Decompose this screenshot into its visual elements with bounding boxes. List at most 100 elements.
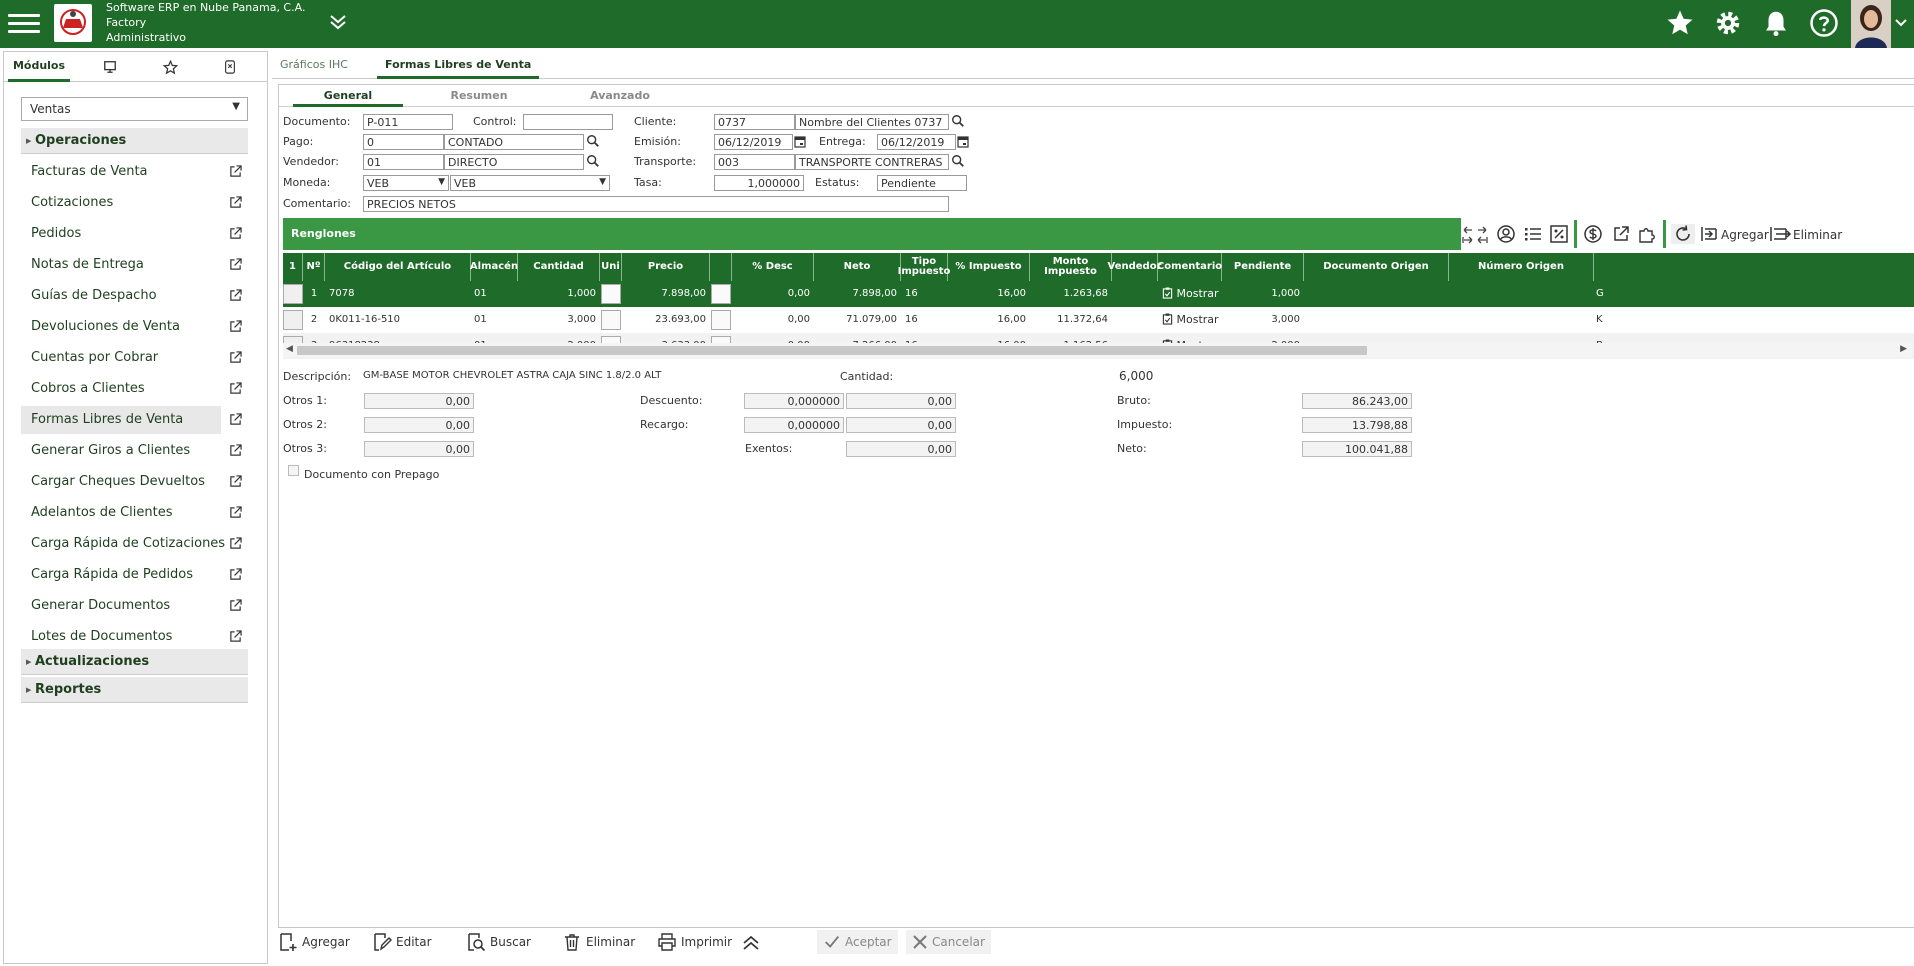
scroll-left-icon[interactable]: ◀ [286, 344, 293, 354]
section-actualizaciones[interactable]: ▶ Actualizaciones [21, 649, 248, 675]
clip-icon[interactable] [200, 52, 260, 82]
search-icon[interactable] [951, 114, 965, 128]
otros3-field[interactable]: 0,00 [364, 441, 474, 457]
moneda-select[interactable]: VEB ▼ [363, 175, 449, 191]
sidebar-item[interactable]: Devoluciones de Venta [21, 313, 248, 341]
cell-comentario[interactable]: Mostrar [1162, 281, 1222, 307]
external-link-icon[interactable] [229, 475, 242, 488]
monitor-icon[interactable] [80, 52, 140, 82]
external-link-icon[interactable] [229, 630, 242, 643]
pago-code-field[interactable]: 0 [363, 134, 444, 150]
sidebar-item[interactable]: Cargar Cheques Devueltos [21, 468, 248, 496]
double-chevron-down-icon[interactable] [328, 12, 348, 32]
neto-field[interactable]: 100.041,88 [1302, 441, 1412, 457]
descuento-amount-field[interactable]: 0,00 [846, 393, 956, 409]
cell-unidad[interactable] [601, 310, 621, 330]
calendar-icon[interactable] [957, 135, 969, 148]
external-link-icon[interactable] [229, 289, 242, 302]
row-select-checkbox[interactable] [283, 284, 303, 304]
comentario-link[interactable]: Mostrar [1177, 287, 1219, 300]
chevron-down-icon[interactable] [1893, 15, 1909, 31]
moneda2-select[interactable]: VEB ▼ [450, 175, 610, 191]
cell-blank[interactable] [711, 284, 731, 304]
col-numero-origen[interactable]: Número Origen [1449, 253, 1594, 281]
col-unidad[interactable]: Uni [600, 253, 622, 281]
col-comentario[interactable]: Comentario [1157, 253, 1222, 281]
col-descuento[interactable]: % Desc [732, 253, 814, 281]
resize-columns-icon[interactable] [1461, 224, 1489, 246]
cell-almacen[interactable]: 01 [474, 307, 518, 333]
cell-descuento[interactable]: 0,00 [732, 307, 810, 333]
recargo-pct-field[interactable]: 0,000000 [744, 417, 844, 433]
exentos-field[interactable]: 0,00 [846, 441, 956, 457]
help-icon[interactable] [1809, 8, 1839, 38]
col-cantidad[interactable]: Cantidad [518, 253, 600, 281]
dollar-icon[interactable] [1583, 224, 1603, 244]
cell-precio[interactable]: 23.693,00 [622, 307, 706, 333]
bell-icon[interactable] [1761, 8, 1791, 38]
col-neto[interactable]: Neto [814, 253, 901, 281]
tab-modulos[interactable]: Módulos [8, 52, 70, 82]
sidebar-item[interactable]: Carga Rápida de Cotizaciones [21, 530, 248, 558]
delete-row-icon[interactable] [1768, 224, 1792, 244]
otros1-field[interactable]: 0,00 [364, 393, 474, 409]
add-row-icon[interactable] [1699, 224, 1719, 244]
cell-codigo[interactable]: 7078 [329, 281, 469, 307]
external-link-icon[interactable] [229, 537, 242, 550]
col-blank[interactable] [710, 253, 732, 281]
search-icon[interactable] [586, 134, 600, 148]
star-icon[interactable] [1665, 8, 1695, 38]
list-icon[interactable] [1523, 224, 1543, 244]
comentario-link[interactable]: Mostrar [1177, 313, 1219, 326]
sidebar-item[interactable]: Pedidos [21, 220, 248, 248]
calendar-icon[interactable] [794, 135, 806, 148]
estatus-field[interactable]: Pendiente [877, 175, 967, 191]
sidebar-item[interactable]: Cotizaciones [21, 189, 248, 217]
aceptar-button[interactable]: Aceptar [817, 930, 898, 954]
cell-blank[interactable] [711, 310, 731, 330]
comentario-field[interactable]: PRECIOS NETOS [363, 196, 949, 212]
cell-tipo-impuesto[interactable]: 16 [905, 307, 945, 333]
col-precio[interactable]: Precio [622, 253, 710, 281]
col-documento-origen[interactable]: Documento Origen [1304, 253, 1449, 281]
cell-unidad[interactable] [601, 284, 621, 304]
transporte-name-field[interactable]: TRANSPORTE CONTRERAS [795, 154, 949, 170]
tab-graficos-ihc[interactable]: Gráficos IHC [272, 51, 356, 79]
sidebar-item[interactable]: Notas de Entrega [21, 251, 248, 279]
col-porc-impuesto[interactable]: % Impuesto [948, 253, 1030, 281]
sidebar-item[interactable]: Carga Rápida de Pedidos [21, 561, 248, 589]
menu-icon[interactable] [8, 9, 40, 39]
user-circle-icon[interactable] [1496, 224, 1516, 244]
sidebar-item[interactable]: Adelantos de Clientes [21, 499, 248, 527]
otros2-field[interactable]: 0,00 [364, 417, 474, 433]
cell-codigo[interactable]: 0K011-16-510 [329, 307, 469, 333]
cell-precio[interactable]: 7.898,00 [622, 281, 706, 307]
tab-general[interactable]: General [293, 85, 403, 107]
section-reportes[interactable]: ▶ Reportes [21, 677, 248, 703]
sidebar-item[interactable]: Lotes de Documentos [21, 623, 248, 651]
percent-icon[interactable] [1549, 224, 1569, 244]
col-vendedor[interactable]: Vendedor [1108, 253, 1162, 281]
external-link-icon[interactable] [229, 227, 242, 240]
external-link-icon[interactable] [1611, 224, 1631, 244]
col-pendiente[interactable]: Pendiente [1222, 253, 1304, 281]
col-codigo[interactable]: Código del Artículo [325, 253, 471, 281]
cell-almacen[interactable]: 01 [474, 281, 518, 307]
external-link-icon[interactable] [229, 165, 242, 178]
control-field[interactable] [523, 114, 613, 130]
col-tipo-impuesto[interactable]: Tipo Impuesto [898, 253, 950, 281]
refresh-icon[interactable] [1671, 224, 1695, 244]
external-link-icon[interactable] [229, 599, 242, 612]
external-link-icon[interactable] [229, 444, 242, 457]
cell-tipo-impuesto[interactable]: 16 [905, 281, 945, 307]
external-link-icon[interactable] [229, 413, 242, 426]
sidebar-item[interactable]: Formas Libres de Venta [21, 406, 242, 434]
external-link-icon[interactable] [229, 258, 242, 271]
agregar-button[interactable]: Agregar [278, 930, 350, 954]
cancelar-button[interactable]: Cancelar [906, 930, 991, 954]
avatar[interactable] [1851, 0, 1891, 48]
bruto-field[interactable]: 86.243,00 [1302, 393, 1412, 409]
col-almacen[interactable]: Almacén [470, 253, 518, 281]
pago-name-field[interactable]: CONTADO [444, 134, 584, 150]
recargo-amount-field[interactable]: 0,00 [846, 417, 956, 433]
